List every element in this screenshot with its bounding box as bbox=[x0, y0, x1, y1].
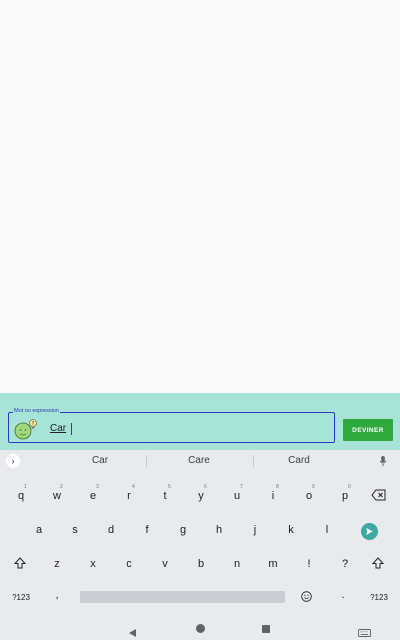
key-9[interactable]: p bbox=[334, 485, 356, 507]
suggestion-2[interactable]: Care bbox=[159, 455, 239, 466]
key-6[interactable]: j bbox=[244, 519, 266, 541]
idea-smiley-icon: ? bbox=[13, 417, 39, 441]
key-hint: 5 bbox=[168, 484, 171, 490]
key-6[interactable]: u bbox=[226, 485, 248, 507]
shift-left-icon[interactable] bbox=[13, 556, 27, 570]
key-4[interactable]: t bbox=[154, 485, 176, 507]
key-6[interactable]: m bbox=[262, 553, 284, 575]
key-2[interactable]: c bbox=[118, 553, 140, 575]
key-0[interactable]: z bbox=[46, 553, 68, 575]
back-triangle-icon[interactable] bbox=[128, 625, 137, 640]
enter-key[interactable] bbox=[361, 523, 378, 540]
key-hint: 9 bbox=[312, 484, 315, 490]
key-hint: 3 bbox=[96, 484, 99, 490]
shift-right-icon[interactable] bbox=[371, 556, 385, 570]
key-7[interactable]: k bbox=[280, 519, 302, 541]
home-circle-icon[interactable] bbox=[196, 624, 205, 633]
send-arrow-icon bbox=[365, 523, 374, 541]
period-key[interactable]: . bbox=[332, 584, 354, 606]
key-2[interactable]: e bbox=[82, 485, 104, 507]
suggestion-divider bbox=[146, 455, 147, 467]
key-5[interactable]: y bbox=[190, 485, 212, 507]
backspace-icon[interactable] bbox=[371, 488, 387, 502]
key-5[interactable]: n bbox=[226, 553, 248, 575]
soft-keyboard: › Car Care Card q1 w2 e3 r4 t5 y6 u7 i8 o9 p0 a s… bbox=[0, 450, 400, 620]
symbols-key[interactable]: ?123 bbox=[8, 586, 34, 608]
guess-input-label: Mot ou expression bbox=[13, 407, 60, 415]
key-hint: 2 bbox=[60, 484, 63, 490]
microphone-icon[interactable] bbox=[376, 454, 390, 468]
text-caret bbox=[71, 423, 72, 435]
key-hint: 4 bbox=[132, 484, 135, 490]
space-bar[interactable] bbox=[80, 591, 285, 603]
guess-input-value: Car bbox=[50, 423, 67, 434]
comma-key[interactable]: , bbox=[46, 584, 68, 606]
key-8[interactable]: ? bbox=[334, 553, 356, 575]
game-content-area bbox=[0, 0, 400, 393]
key-7[interactable]: i bbox=[262, 485, 284, 507]
suggestion-divider bbox=[253, 455, 254, 467]
key-3[interactable]: f bbox=[136, 519, 158, 541]
key-2[interactable]: d bbox=[100, 519, 122, 541]
suggestion-3[interactable]: Card bbox=[259, 455, 339, 466]
key-hint: 8 bbox=[276, 484, 279, 490]
system-nav-bar bbox=[0, 620, 400, 640]
key-hint: 1 bbox=[24, 484, 27, 490]
recents-square-icon[interactable] bbox=[262, 625, 270, 633]
suggestion-strip: › Car Care Card bbox=[0, 450, 400, 472]
key-1[interactable]: x bbox=[82, 553, 104, 575]
key-1[interactable]: w bbox=[46, 485, 68, 507]
keyboard-switch-icon[interactable] bbox=[358, 625, 371, 640]
key-hint: 7 bbox=[240, 484, 243, 490]
symbols-key-right[interactable]: ?123 bbox=[366, 586, 392, 608]
chevron-right-icon[interactable]: › bbox=[6, 454, 20, 468]
emoji-icon[interactable] bbox=[300, 590, 313, 603]
svg-text:?: ? bbox=[32, 421, 35, 427]
key-8[interactable]: o bbox=[298, 485, 320, 507]
key-5[interactable]: h bbox=[208, 519, 230, 541]
key-3[interactable]: v bbox=[154, 553, 176, 575]
key-0[interactable]: a bbox=[28, 519, 50, 541]
key-7[interactable]: ! bbox=[298, 553, 320, 575]
key-3[interactable]: r bbox=[118, 485, 140, 507]
suggestion-1[interactable]: Car bbox=[60, 455, 140, 466]
key-4[interactable]: g bbox=[172, 519, 194, 541]
guess-button[interactable]: DEVINER bbox=[343, 419, 393, 441]
key-4[interactable]: b bbox=[190, 553, 212, 575]
key-8[interactable]: l bbox=[316, 519, 338, 541]
key-hint: 6 bbox=[204, 484, 207, 490]
app-screen: Mot ou expression ? Car DEVINER › Car Ca bbox=[0, 0, 400, 640]
guess-input-bar: Mot ou expression ? Car DEVINER bbox=[0, 393, 400, 450]
guess-input-field[interactable]: Mot ou expression ? Car bbox=[8, 407, 335, 443]
key-hint: 0 bbox=[348, 484, 351, 490]
key-0[interactable]: q bbox=[10, 485, 32, 507]
key-1[interactable]: s bbox=[64, 519, 86, 541]
